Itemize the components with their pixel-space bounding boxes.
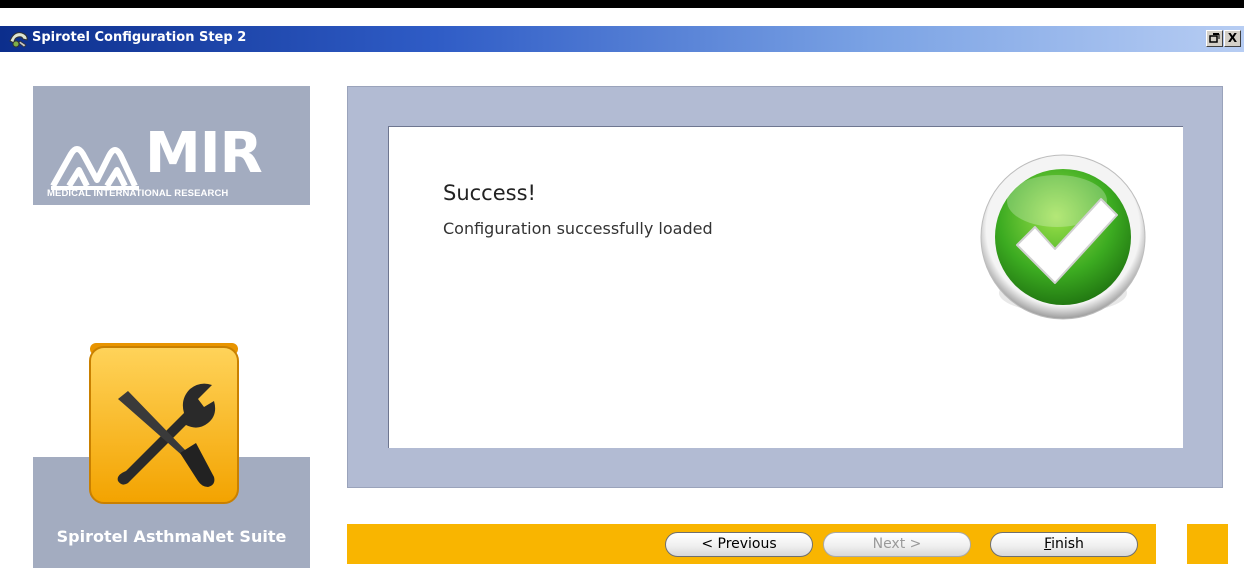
success-title: Success! [443,181,536,205]
restore-icon [1209,33,1220,43]
window-title: Spirotel Configuration Step 2 [32,30,247,45]
button-bar: < Previous Next > Finish [347,524,1156,564]
tools-icon [89,343,239,504]
finish-label-rest: inish [1051,536,1084,552]
suite-name: Spirotel AsthmaNet Suite [56,527,287,546]
checkmark-icon [980,154,1146,320]
close-button[interactable]: X [1224,30,1241,47]
title-bar[interactable]: Spirotel Configuration Step 2 X [0,26,1244,52]
top-border [0,0,1244,8]
next-button[interactable]: Next > [823,532,971,557]
message-panel: Success! Configuration successfully load… [388,126,1183,448]
spirotel-app-icon [9,32,28,48]
company-tagline: MEDICAL INTERNATIONAL RESEARCH [47,188,229,199]
wizard-window: Spirotel Configuration Step 2 X MIR MEDI… [0,0,1244,582]
company-logo-panel: MIR MEDICAL INTERNATIONAL RESEARCH [33,86,310,205]
previous-button[interactable]: < Previous [665,532,813,557]
finish-button[interactable]: Finish [990,532,1138,557]
close-icon: X [1227,31,1238,45]
success-message: Configuration successfully loaded [443,219,713,238]
restore-button[interactable] [1206,30,1223,47]
mir-logo-text: MIR [145,121,263,186]
accent-block [1187,524,1228,564]
